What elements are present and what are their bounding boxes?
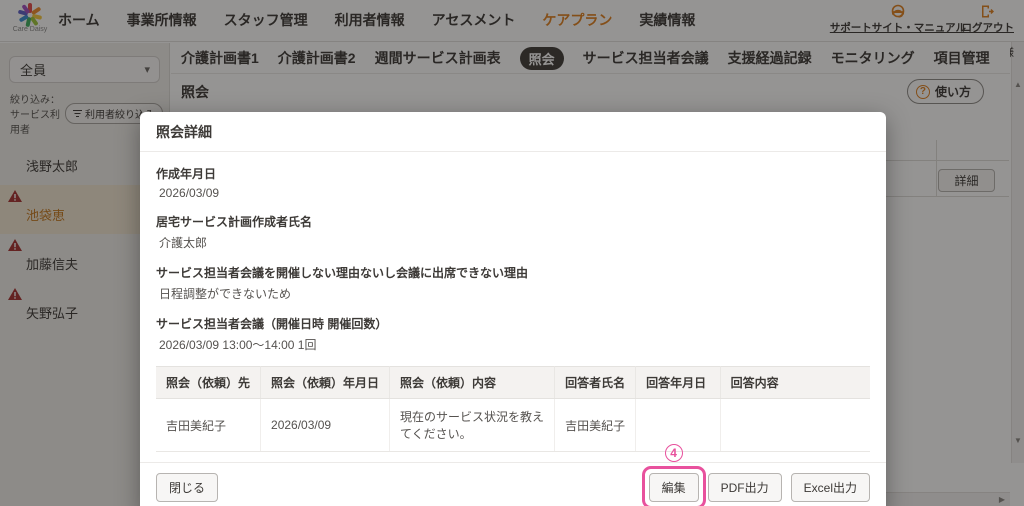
cell-response-content bbox=[720, 399, 870, 452]
edit-button[interactable]: 編集 bbox=[649, 473, 699, 502]
modal-footer-right: 4 編集 PDF出力 Excel出力 bbox=[649, 473, 870, 502]
field-creation-date: 作成年月日 2026/03/09 bbox=[156, 165, 870, 200]
close-button[interactable]: 閉じる bbox=[156, 473, 218, 502]
field-no-meeting-reason: サービス担当者会議を開催しない理由ないし会議に出席できない理由 日程調整ができな… bbox=[156, 264, 870, 302]
inquiry-table: 照会（依頼）先 照会（依頼）年月日 照会（依頼）内容 回答者氏名 回答年月日 回… bbox=[156, 366, 870, 452]
field-meeting-datetime: サービス担当者会議（開催日時 開催回数） 2026/03/09 13:00～14… bbox=[156, 315, 870, 353]
col-header-inquiry-date: 照会（依頼）年月日 bbox=[261, 367, 390, 399]
inquiry-table-header-row: 照会（依頼）先 照会（依頼）年月日 照会（依頼）内容 回答者氏名 回答年月日 回… bbox=[156, 367, 870, 399]
cell-inquiry-content: 現在のサービス状況を教えてください。 bbox=[390, 399, 555, 452]
modal-title: 照会詳細 bbox=[156, 124, 212, 140]
field-value: 介護太郎 bbox=[156, 234, 870, 251]
excel-export-button[interactable]: Excel出力 bbox=[791, 473, 870, 502]
field-plan-author: 居宅サービス計画作成者氏名 介護太郎 bbox=[156, 213, 870, 251]
field-value: 2026/03/09 bbox=[156, 186, 870, 200]
field-label: サービス担当者会議を開催しない理由ないし会議に出席できない理由 bbox=[156, 264, 870, 281]
pdf-export-button[interactable]: PDF出力 bbox=[708, 473, 782, 502]
col-header-response-content: 回答内容 bbox=[720, 367, 870, 399]
col-header-respondent-name: 回答者氏名 bbox=[555, 367, 636, 399]
field-value: 日程調整ができないため bbox=[156, 285, 870, 302]
modal-footer: 閉じる 4 編集 PDF出力 Excel出力 bbox=[140, 462, 886, 506]
modal-header: 照会詳細 bbox=[140, 112, 886, 152]
cell-inquiry-target: 吉田美紀子 bbox=[156, 399, 261, 452]
col-header-inquiry-target: 照会（依頼）先 bbox=[156, 367, 261, 399]
col-header-inquiry-content: 照会（依頼）内容 bbox=[390, 367, 555, 399]
inquiry-detail-modal: 照会詳細 作成年月日 2026/03/09 居宅サービス計画作成者氏名 介護太郎… bbox=[140, 112, 886, 506]
cell-inquiry-date: 2026/03/09 bbox=[261, 399, 390, 452]
edit-button-highlight-wrap: 4 編集 bbox=[649, 473, 699, 502]
cell-response-date bbox=[636, 399, 720, 452]
field-label: サービス担当者会議（開催日時 開催回数） bbox=[156, 315, 870, 332]
col-header-response-date: 回答年月日 bbox=[636, 367, 720, 399]
field-label: 居宅サービス計画作成者氏名 bbox=[156, 213, 870, 230]
cell-respondent-name: 吉田美紀子 bbox=[555, 399, 636, 452]
field-value: 2026/03/09 13:00～14:00 1回 bbox=[156, 336, 870, 353]
inquiry-table-row: 吉田美紀子 2026/03/09 現在のサービス状況を教えてください。 吉田美紀… bbox=[156, 399, 870, 452]
annotation-circle-4: 4 bbox=[665, 444, 683, 462]
screen: Care Daisy ホーム 事業所情報 スタッフ管理 利用者情報 アセスメント… bbox=[0, 0, 1024, 506]
field-label: 作成年月日 bbox=[156, 165, 870, 182]
modal-body: 作成年月日 2026/03/09 居宅サービス計画作成者氏名 介護太郎 サービス… bbox=[140, 152, 886, 462]
